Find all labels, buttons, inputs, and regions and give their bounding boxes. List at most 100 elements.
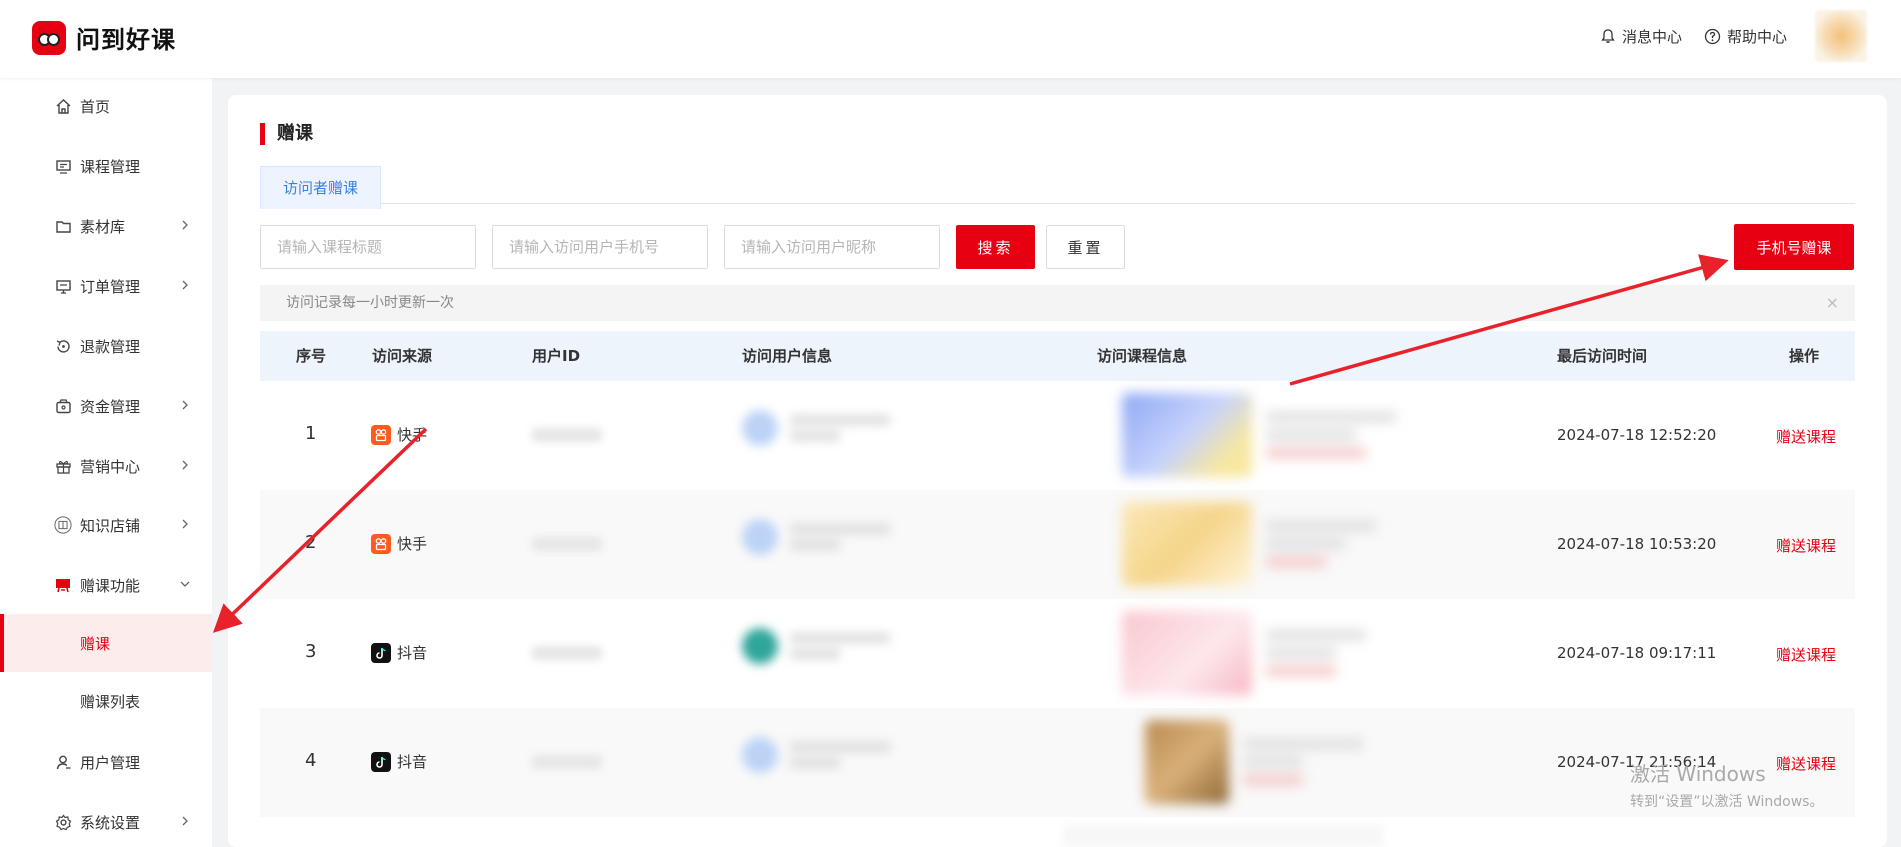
top-header: 问到好课 消息中心 帮助中心 [0,0,1901,78]
logo[interactable]: 问到好课 [32,20,176,55]
source-label: 抖音 [397,644,428,662]
sidebar-item-label: 素材库 [80,217,126,236]
phone-input[interactable] [492,225,708,269]
reset-button[interactable]: 重置 [1046,225,1125,269]
user-id-redacted [532,428,602,442]
user-avatar-redacted [742,519,778,555]
user-id-redacted [532,755,602,769]
sidebar-item-course[interactable]: 课程管理 [0,146,212,186]
user-info-redacted [742,518,890,556]
user-id-redacted [532,646,602,660]
nickname-input[interactable] [724,225,940,269]
gift-course-icon [54,576,72,594]
watermark-title: 激活 Windows [1630,762,1766,786]
gift-course-link[interactable]: 赠送课程 [1776,426,1836,447]
user-icon [54,753,72,771]
source-cell: 抖音 [371,751,427,772]
table-row: 1 快手 2024-07-18 12:52:20 赠送课程 [260,381,1855,490]
phone-gift-button[interactable]: 手机号赠课 [1734,224,1854,270]
main-card: 赠课 访问者赠课 搜索 重置 手机号赠课 访问记录每一小时更新一次 × 序号 访… [228,95,1887,847]
sidebar-item-label: 课程管理 [80,157,141,176]
course-info-redacted [1122,502,1376,586]
sidebar-item-orders[interactable]: 订单管理 [0,266,212,306]
row-index: 3 [305,641,317,662]
table-row: 3 抖音 2024-07-18 09:17:11 赠送课程 [260,599,1855,708]
course-info-redacted [1145,720,1363,804]
sidebar-item-store[interactable]: 知识店铺 [0,505,212,545]
close-icon[interactable]: × [1826,285,1839,321]
header-actions: 消息中心 帮助中心 [1600,10,1867,62]
notice-bar: 访问记录每一小时更新一次 × [260,285,1855,321]
course-thumbnail-redacted [1145,720,1229,804]
source-label: 抖音 [397,753,428,771]
wallet-icon [54,397,72,415]
last-visit-time: 2024-07-18 12:52:20 [1557,426,1717,444]
sidebar-item-label: 系统设置 [80,813,141,832]
course-title-input[interactable] [260,225,476,269]
sidebar-item-users[interactable]: 用户管理 [0,742,212,782]
sidebar-item-settings[interactable]: 系统设置 [0,802,212,842]
user-info-redacted [742,409,890,447]
page-title: 赠课 [260,123,313,145]
column-header: 访问课程信息 [1097,347,1188,365]
user-avatar-redacted [742,410,778,446]
bell-icon [1600,28,1616,44]
chevron-right-icon [178,458,192,472]
user-id-redacted [532,537,602,551]
sidebar-item-gift-course[interactable]: 赠课功能 [0,565,212,605]
source-cell: 快手 [371,424,427,445]
message-center-link[interactable]: 消息中心 [1600,26,1682,47]
kuaishou-icon [371,424,391,445]
user-avatar-redacted [742,737,778,773]
chevron-right-icon [178,278,192,292]
sidebar-item-marketing[interactable]: 营销中心 [0,446,212,486]
gift-course-link[interactable]: 赠送课程 [1776,644,1836,665]
sidebar-item-refunds[interactable]: 退款管理 [0,326,212,366]
course-icon [54,157,72,175]
source-cell: 抖音 [371,642,427,663]
user-avatar[interactable] [1815,10,1867,62]
course-thumbnail-redacted [1122,611,1252,695]
sidebar-item-label: 首页 [80,97,111,116]
last-visit-time: 2024-07-18 09:17:11 [1557,644,1717,662]
gift-course-link[interactable]: 赠送课程 [1776,535,1836,556]
help-center-label: 帮助中心 [1726,27,1787,46]
windows-activation-watermark: 激活 Windows 转到“设置”以激活 Windows。 [1630,758,1823,811]
sidebar-item-home[interactable]: 首页 [0,86,212,126]
logo-mark-icon [32,20,66,55]
user-info-redacted [742,736,890,774]
chevron-down-icon [178,577,192,591]
notice-text: 访问记录每一小时更新一次 [286,295,454,311]
table-row: 2 快手 2024-07-18 10:53:20 赠送课程 [260,490,1855,599]
order-icon [54,277,72,295]
course-thumbnail-redacted [1122,502,1252,586]
help-icon [1704,28,1721,45]
sidebar-item-materials[interactable]: 素材库 [0,206,212,246]
chevron-right-icon [178,814,192,828]
sidebar-item-label: 用户管理 [80,753,141,772]
sidebar-subitem-gift-list[interactable]: 赠课列表 [0,672,212,730]
row-index: 4 [305,750,317,771]
user-avatar-redacted [742,628,778,664]
message-center-label: 消息中心 [1621,27,1682,46]
sidebar-item-label: 营销中心 [80,457,141,476]
source-cell: 快手 [371,533,427,554]
column-header: 最后访问时间 [1557,347,1648,365]
home-icon [54,97,72,115]
kuaishou-icon [371,533,391,554]
sidebar: 首页 课程管理 素材库 订单管理 退款管理 资金管理 营销中心 知识店铺 赠课功… [0,78,212,847]
folder-icon [54,217,72,235]
sidebar-item-label: 订单管理 [80,277,141,296]
row-index: 1 [305,423,317,444]
course-info-redacted [1122,393,1396,477]
sidebar-item-funds[interactable]: 资金管理 [0,386,212,426]
sidebar-subitem-gift-course[interactable]: 赠课 [0,614,212,672]
logo-text: 问到好课 [76,26,176,54]
tab-visitor-gift[interactable]: 访问者赠课 [260,166,382,209]
help-center-link[interactable]: 帮助中心 [1704,26,1787,47]
sidebar-subitem-label: 赠课 [80,634,111,653]
column-header: 访问用户信息 [742,347,833,365]
search-button[interactable]: 搜索 [956,225,1035,269]
chevron-right-icon [178,517,192,531]
row-index: 2 [305,532,317,553]
